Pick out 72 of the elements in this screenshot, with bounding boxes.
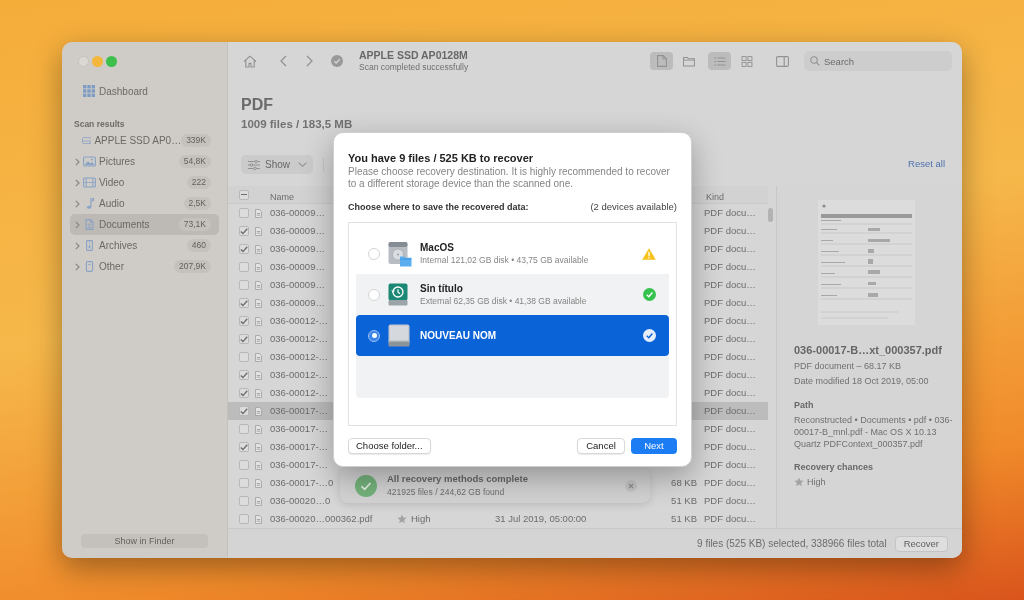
file-name: 036-00009… bbox=[270, 277, 325, 292]
path-label: Path bbox=[794, 399, 814, 411]
selection-summary: 9 files (525 KB) selected, 338966 files total bbox=[697, 537, 887, 551]
file-kind: PDF docu… bbox=[704, 295, 756, 310]
file-kind: PDF docu… bbox=[704, 421, 756, 436]
count-badge: 73,1K bbox=[178, 218, 211, 231]
file-kind: PDF docu… bbox=[704, 259, 756, 274]
device-details: External 62,35 GB disk • 41,38 GB available bbox=[420, 296, 587, 307]
file-name: 036-00017-… bbox=[270, 421, 329, 436]
file-path: Reconstructed • Documents • pdf • 036-00017-B_mnl.pdf - Mac OS X 10.13 Quartz PDFContext_000357.pdf bbox=[794, 414, 954, 450]
page-title: PDF bbox=[241, 95, 273, 115]
file-name: 036-00020…0 bbox=[270, 493, 331, 508]
date-modified: Date modified 18 Oct 2019, 05:00 bbox=[794, 375, 929, 387]
file-kind: PDF docu… bbox=[704, 493, 756, 508]
file-info: PDF document – 68.17 KB bbox=[794, 360, 902, 372]
file-name: 036-00012-… bbox=[270, 385, 329, 400]
dialog-title: You have 9 files / 525 KB to recover bbox=[348, 151, 534, 165]
file-name: 036-00012-… bbox=[270, 349, 329, 364]
file-name: 036-00017-… bbox=[270, 403, 329, 418]
file-size: 68 KB bbox=[671, 475, 697, 490]
file-name: 036-00009… bbox=[270, 259, 325, 274]
toast-title: All recovery methods complete bbox=[387, 473, 528, 485]
file-kind: PDF docu… bbox=[704, 457, 756, 472]
count-badge: 54,8K bbox=[178, 155, 211, 168]
file-kind: PDF docu… bbox=[704, 349, 756, 364]
file-name: 036-00012-… bbox=[270, 313, 329, 328]
file-title: 036-00017-B…xt_000357.pdf bbox=[794, 343, 942, 357]
count-badge: 207,9K bbox=[174, 260, 211, 273]
file-name: 036-00017-… bbox=[270, 457, 329, 472]
file-name: 036-00009… bbox=[270, 241, 325, 256]
file-size: 51 KB bbox=[671, 493, 697, 508]
file-kind: PDF docu… bbox=[704, 439, 756, 454]
file-kind: PDF docu… bbox=[704, 385, 756, 400]
date-modified: 31 Jul 2019, 05:00:00 bbox=[495, 511, 587, 526]
file-name: 036-00009… bbox=[270, 205, 325, 220]
file-kind: PDF docu… bbox=[704, 367, 756, 382]
file-kind: PDF docu… bbox=[704, 475, 756, 490]
scan-status: Scan completed successfully bbox=[359, 62, 469, 73]
recovery-chance: High bbox=[411, 511, 431, 526]
file-kind: PDF docu… bbox=[704, 403, 756, 418]
file-kind: PDF docu… bbox=[704, 205, 756, 220]
file-name: 036-00009… bbox=[270, 295, 325, 310]
file-name: 036-00009… bbox=[270, 223, 325, 238]
toolbar-title: APPLE SSD AP0128M bbox=[359, 49, 468, 62]
device-name: Sin título bbox=[420, 282, 463, 295]
file-kind: PDF docu… bbox=[704, 511, 756, 526]
section-label: Scan results bbox=[74, 118, 125, 130]
count-badge: 222 bbox=[186, 176, 211, 189]
dialog-description: Please choose recovery destination. It is highly recommended to recover to a different storage device than the scanned one. bbox=[348, 166, 671, 190]
recovery-chance: High bbox=[807, 476, 826, 488]
destination-label: Choose where to save the recovered data: bbox=[348, 201, 529, 213]
file-name: 036-00012-… bbox=[270, 367, 329, 382]
file-summary: 1009 files / 183,5 MB bbox=[241, 117, 353, 131]
file-kind: PDF docu… bbox=[704, 313, 756, 328]
device-details: Internal 121,02 GB disk • 43,75 GB available bbox=[420, 255, 589, 266]
file-name: 036-00017-… bbox=[270, 439, 329, 454]
count-badge: 339K bbox=[181, 134, 211, 147]
recovery-chances-label: Recovery chances bbox=[794, 461, 874, 473]
file-kind: PDF docu… bbox=[704, 277, 756, 292]
file-name: 036-00012-… bbox=[270, 331, 329, 346]
device-name: NOUVEAU NOM bbox=[420, 329, 497, 342]
file-kind: PDF docu… bbox=[704, 331, 756, 346]
file-kind: PDF docu… bbox=[704, 241, 756, 256]
file-kind: PDF docu… bbox=[704, 223, 756, 238]
device-count: (2 devices available) bbox=[590, 201, 677, 213]
toast-message: 421925 files / 244,62 GB found bbox=[387, 487, 505, 498]
file-size: 51 KB bbox=[671, 511, 697, 526]
file-name: 036-00020…000362.pdf bbox=[270, 511, 373, 526]
file-name: 036-00017-…0 bbox=[270, 475, 334, 490]
device-name: MacOS bbox=[420, 241, 454, 254]
count-badge: 460 bbox=[186, 239, 211, 252]
count-badge: 2,5K bbox=[183, 197, 211, 210]
